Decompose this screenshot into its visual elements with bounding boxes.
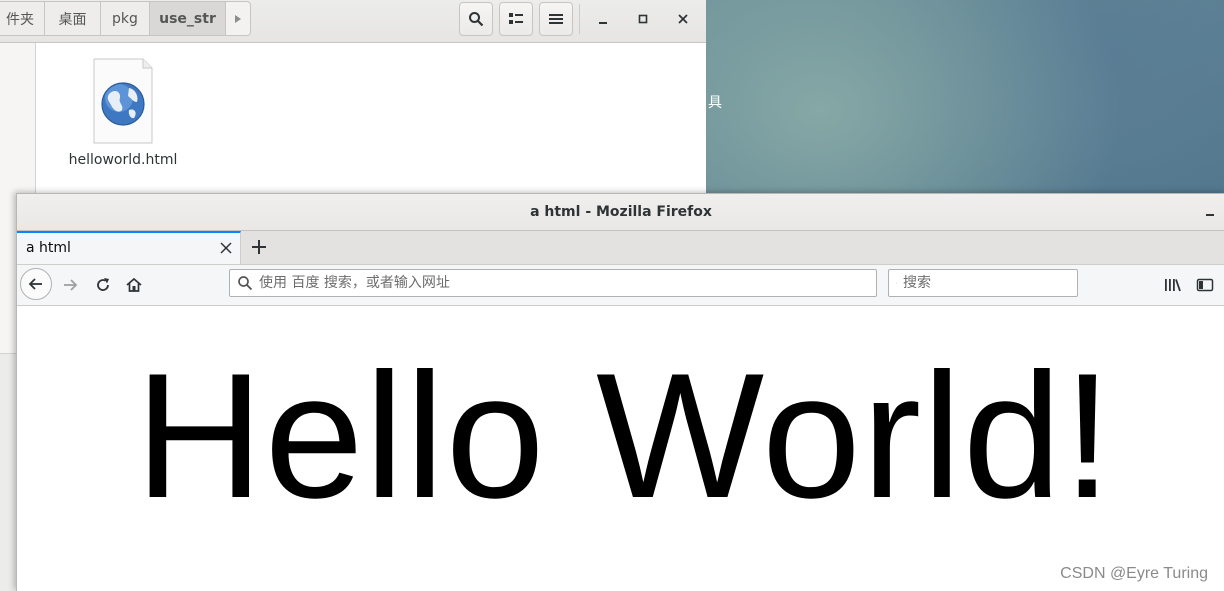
search-icon (237, 275, 253, 291)
reload-button[interactable] (92, 274, 114, 296)
breadcrumb-item-pkg[interactable]: pkg (101, 1, 150, 36)
home-icon (126, 277, 142, 293)
minimize-icon (598, 14, 608, 24)
hamburger-menu-icon (549, 13, 563, 25)
page-content: Hello World! (17, 306, 1224, 591)
navigation-toolbar (17, 265, 1224, 306)
breadcrumb-item-use-str[interactable]: use_str (150, 1, 226, 36)
breadcrumb-label: pkg (112, 11, 138, 27)
file-name-label: helloworld.html (62, 152, 184, 168)
search-bar[interactable] (888, 269, 1078, 297)
maximize-button[interactable] (632, 8, 654, 30)
search-icon (468, 11, 484, 27)
view-toggle-button[interactable] (499, 2, 533, 36)
tab-close-button[interactable] (218, 240, 234, 256)
back-arrow-icon (28, 276, 44, 292)
minimize-icon (1205, 206, 1215, 216)
tab-strip: a html (17, 231, 1224, 265)
plus-icon (251, 239, 267, 255)
watermark-text: CSDN @Eyre Turing (1060, 565, 1208, 583)
tab-a-html[interactable]: a html (17, 231, 241, 264)
firefox-window: a html - Mozilla Firefox a html (16, 193, 1224, 591)
close-icon (678, 14, 688, 24)
back-button[interactable] (20, 268, 52, 300)
sidebar-toggle-button[interactable] (1194, 274, 1216, 296)
breadcrumb-item-desktop[interactable]: 桌面 (45, 1, 101, 36)
home-button[interactable] (123, 274, 145, 296)
file-manager-headerbar: 件夹 桌面 pkg use_str (0, 0, 706, 43)
firefox-titlebar[interactable]: a html - Mozilla Firefox (17, 194, 1224, 231)
close-button[interactable] (672, 8, 694, 30)
breadcrumb: 件夹 桌面 pkg use_str (0, 1, 251, 36)
forward-button[interactable] (59, 274, 81, 296)
close-icon (220, 242, 232, 254)
url-bar[interactable] (229, 269, 877, 297)
sidebar-lower (0, 353, 16, 591)
firefox-minimize-button[interactable] (1201, 202, 1219, 220)
breadcrumb-label: 桌面 (59, 9, 87, 29)
maximize-icon (638, 14, 648, 24)
new-tab-button[interactable] (249, 236, 269, 258)
file-item-helloworld[interactable]: helloworld.html (62, 58, 184, 168)
breadcrumb-label: use_str (159, 11, 216, 27)
window-title: a html - Mozilla Firefox (530, 204, 712, 220)
breadcrumb-item-folder[interactable]: 件夹 (0, 1, 45, 36)
search-icon (896, 275, 897, 291)
chevron-right-icon (234, 14, 242, 24)
tab-label: a html (26, 240, 71, 256)
menu-button[interactable] (539, 2, 573, 36)
page-heading: Hello World! (135, 336, 1113, 536)
minimize-button[interactable] (592, 8, 614, 30)
breadcrumb-label: 件夹 (6, 9, 34, 29)
sidebar-icon (1196, 277, 1214, 293)
url-input[interactable] (259, 272, 876, 294)
desktop-label: 具 (708, 92, 722, 112)
web-search-input[interactable] (903, 272, 1077, 294)
reload-icon (95, 277, 111, 293)
library-button[interactable] (1162, 274, 1184, 296)
library-icon (1164, 277, 1182, 293)
list-view-icon (508, 12, 524, 26)
breadcrumb-forward-button[interactable] (226, 1, 251, 36)
search-button[interactable] (459, 2, 493, 36)
html-globe-icon (93, 58, 153, 144)
toolbar-separator (579, 4, 580, 34)
forward-arrow-icon (62, 277, 78, 293)
